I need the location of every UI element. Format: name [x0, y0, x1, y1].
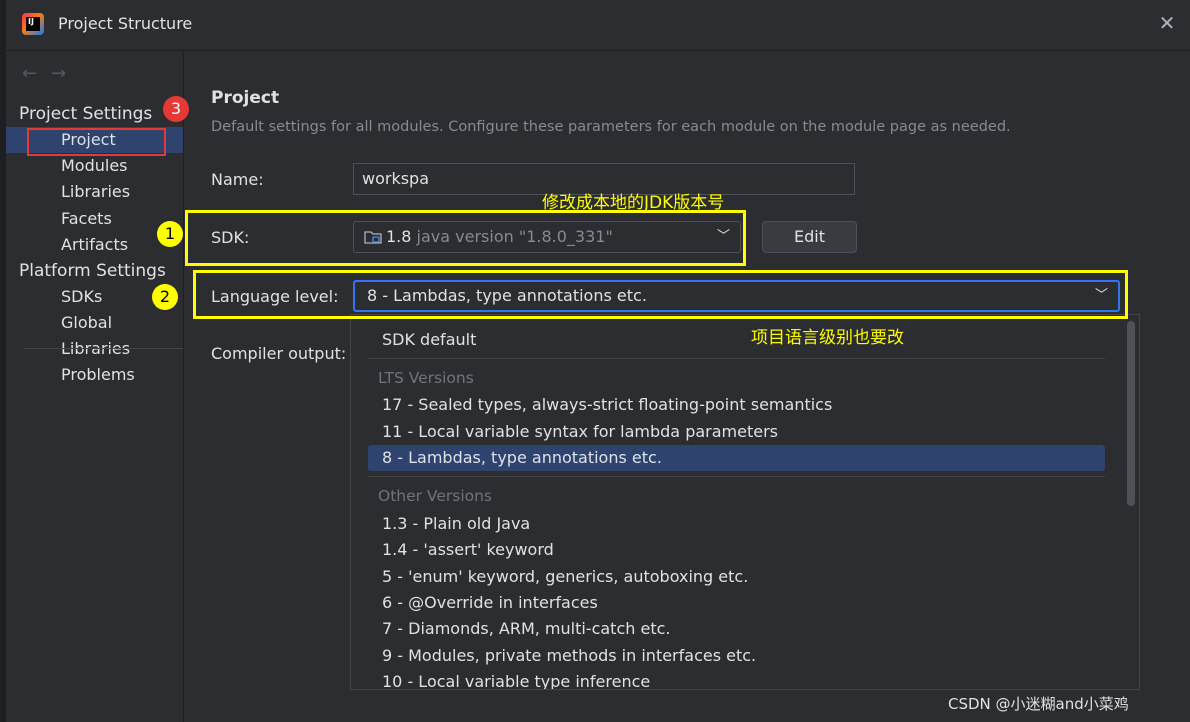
sidebar-item-label: SDKs	[61, 287, 103, 306]
history-nav: ←→	[22, 63, 80, 84]
sidebar-item-global-libraries[interactable]: Global Libraries	[6, 310, 183, 358]
sidebar-item-label: Artifacts	[61, 235, 129, 254]
sidebar-item-label: Problems	[61, 365, 135, 384]
project-highlight-box	[27, 128, 166, 156]
option-7[interactable]: 7 - Diamonds, ARM, multi-catch etc.	[368, 616, 1105, 642]
page-description: Default settings for all modules. Config…	[211, 119, 1011, 135]
window-title: Project Structure	[58, 14, 193, 33]
compiler-output-label: Compiler output:	[211, 344, 347, 363]
option-1-3[interactable]: 1.3 - Plain old Java	[368, 511, 1105, 537]
platform-settings-header: Platform Settings	[19, 261, 166, 281]
option-11[interactable]: 11 - Local variable syntax for lambda pa…	[368, 419, 1105, 445]
sidebar-item-label: Facets	[61, 209, 112, 228]
dropdown-divider	[368, 358, 1105, 359]
other-versions-header: Other Versions	[378, 487, 493, 505]
sidebar: ←→ Project Settings Project Modules Libr…	[6, 51, 183, 722]
sidebar-item-label: Libraries	[61, 182, 131, 201]
sidebar-item-libraries[interactable]: Libraries	[6, 179, 183, 205]
dropdown-scrollbar[interactable]	[1127, 321, 1135, 506]
option-6[interactable]: 6 - @Override in interfaces	[368, 590, 1105, 616]
arrow-left-icon[interactable]: ←	[22, 63, 51, 84]
lts-versions-header: LTS Versions	[378, 369, 474, 387]
language-note: 项目语言级别也要改	[751, 328, 904, 348]
sdk-note: 修改成本地的JDK版本号	[542, 193, 725, 213]
language-level-highlight-box	[193, 270, 1128, 319]
option-sdk-default[interactable]: SDK default	[368, 327, 1105, 353]
sidebar-item-label: Modules	[61, 156, 128, 175]
option-5[interactable]: 5 - 'enum' keyword, generics, autoboxing…	[368, 564, 1105, 590]
sdk-highlight-box	[185, 210, 746, 266]
option-1-4[interactable]: 1.4 - 'assert' keyword	[368, 537, 1105, 563]
watermark: CSDN @小迷糊and小菜鸡	[948, 695, 1129, 713]
sidebar-item-facets[interactable]: Facets	[6, 206, 183, 232]
sidebar-divider	[24, 348, 183, 349]
sidebar-item-problems[interactable]: Problems	[6, 362, 183, 388]
option-17[interactable]: 17 - Sealed types, always-strict floatin…	[368, 392, 1105, 418]
badge-3: 3	[163, 96, 189, 122]
dropdown-divider	[368, 476, 1105, 477]
option-10[interactable]: 10 - Local variable type inference	[368, 669, 1105, 689]
option-9[interactable]: 9 - Modules, private methods in interfac…	[368, 643, 1105, 669]
sidebar-item-label: Global Libraries	[61, 313, 131, 358]
edit-button[interactable]: Edit	[762, 221, 857, 253]
title-bar: IJ Project Structure ✕	[6, 0, 1190, 51]
arrow-right-icon[interactable]: →	[51, 63, 80, 84]
language-level-dropdown: SDK default LTS Versions 17 - Sealed typ…	[350, 314, 1140, 690]
badge-1: 1	[157, 221, 183, 247]
option-8-selected[interactable]: 8 - Lambdas, type annotations etc.	[368, 445, 1105, 471]
close-icon[interactable]: ✕	[1156, 12, 1178, 34]
project-settings-header: Project Settings	[19, 104, 153, 124]
badge-2: 2	[152, 284, 178, 310]
page-title: Project	[211, 88, 280, 108]
sidebar-item-modules[interactable]: Modules	[6, 153, 183, 179]
intellij-icon: IJ	[22, 13, 44, 35]
name-label: Name:	[211, 170, 264, 189]
